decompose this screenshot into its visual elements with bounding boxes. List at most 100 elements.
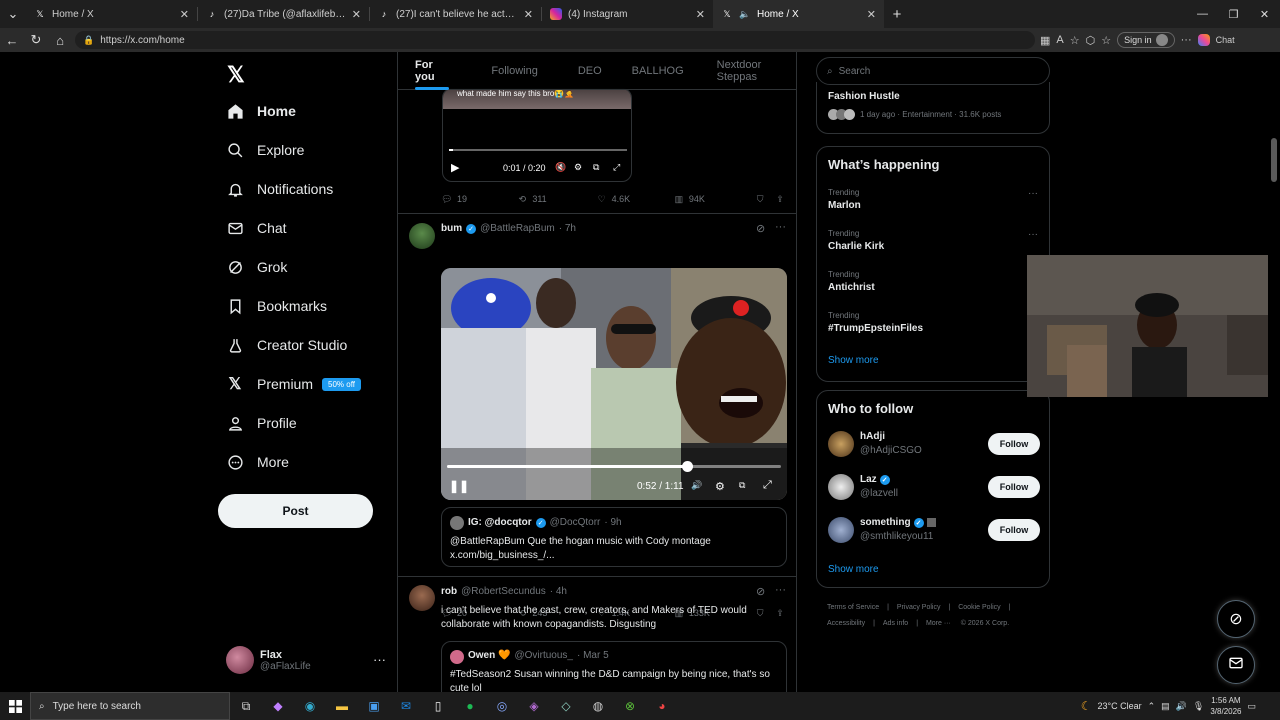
- nav-creator-studio[interactable]: Creator Studio: [226, 330, 347, 360]
- avatar[interactable]: [409, 585, 435, 611]
- copilot-icon[interactable]: [1197, 34, 1210, 46]
- task-view-icon[interactable]: ⧉: [230, 692, 262, 720]
- views-button[interactable]: ▥ 94K: [673, 193, 754, 205]
- spotify-icon[interactable]: ●: [454, 692, 486, 720]
- post-button[interactable]: Post: [218, 494, 373, 528]
- reply-button[interactable]: 💬︎ 19: [441, 193, 516, 205]
- fullscreen-icon[interactable]: ⤢: [763, 479, 772, 492]
- follow-suggestion[interactable]: Laz ✓ @lazvell Follow: [828, 471, 1040, 507]
- like-button[interactable]: ♡ 4.6K: [596, 193, 673, 205]
- settings-icon[interactable]: ⚙: [715, 480, 725, 493]
- follow-button[interactable]: Follow: [988, 433, 1040, 455]
- settings-icon[interactable]: ⚙: [574, 162, 582, 173]
- tab-deo[interactable]: DEO: [538, 52, 602, 90]
- account-switcher[interactable]: Flax @aFlaxLife ···: [226, 644, 386, 676]
- follow-suggestion[interactable]: hAdji @hAdjiCSGO Follow: [828, 428, 1040, 464]
- post-time[interactable]: · 7h: [559, 223, 576, 234]
- quoted-post[interactable]: IG: @docqtor ✓ @DocQtorr · 9h @BattleRap…: [441, 507, 787, 567]
- tab-ballhog[interactable]: BALLHOG: [602, 52, 684, 90]
- scrollbar-thumb[interactable]: [1271, 138, 1277, 182]
- edge-browser-icon[interactable]: ◉: [294, 692, 326, 720]
- refresh-icon[interactable]: ↻: [24, 28, 48, 52]
- nav-profile[interactable]: Profile: [226, 408, 297, 438]
- close-tab-icon[interactable]: ✕: [867, 8, 876, 21]
- messages-fab-button[interactable]: [1217, 646, 1255, 684]
- nav-home[interactable]: Home: [226, 96, 296, 126]
- avatar[interactable]: [409, 223, 435, 249]
- nav-premium[interactable]: 𝕏 Premium 50% off: [226, 369, 361, 399]
- back-icon[interactable]: ←: [0, 28, 24, 52]
- sign-in-button[interactable]: Sign in: [1117, 32, 1175, 48]
- mute-icon[interactable]: 🔇: [555, 162, 566, 173]
- pip-icon[interactable]: ⧉: [593, 162, 599, 173]
- tab-actions-icon[interactable]: ⌄: [0, 2, 26, 26]
- more-icon[interactable]: ···: [775, 221, 786, 233]
- notepad-icon[interactable]: ▯: [422, 692, 454, 720]
- footer-link[interactable]: More ···: [926, 620, 951, 627]
- app-icon[interactable]: ◈: [518, 692, 550, 720]
- app-icon[interactable]: ◇: [550, 692, 582, 720]
- copilot-icon[interactable]: ◆: [262, 692, 294, 720]
- footer-link[interactable]: Accessibility: [827, 620, 865, 627]
- tab-following[interactable]: Following: [451, 52, 537, 90]
- repost-button[interactable]: ⟲ 311: [516, 193, 595, 205]
- favorites-icon[interactable]: ☆: [1101, 34, 1111, 47]
- new-tab-icon[interactable]: +: [884, 2, 910, 26]
- footer-link[interactable]: Ads info: [883, 620, 908, 627]
- more-icon[interactable]: ···: [1028, 229, 1038, 240]
- video-player[interactable]: ❚❚ 0:52 / 1:11 🔊 ⚙ ⧉ ⤢: [441, 268, 787, 500]
- author-handle[interactable]: @BattleRapBum: [480, 223, 555, 234]
- post-time[interactable]: · 4h: [550, 586, 567, 597]
- close-tab-icon[interactable]: ✕: [696, 8, 705, 21]
- author-handle[interactable]: @RobertSecundus: [461, 586, 546, 597]
- show-more-link[interactable]: Show more: [828, 564, 879, 575]
- nav-bookmarks[interactable]: Bookmarks: [226, 291, 327, 321]
- close-tab-icon[interactable]: ✕: [180, 8, 189, 21]
- close-window-icon[interactable]: ✕: [1249, 0, 1280, 28]
- nav-explore[interactable]: Explore: [226, 135, 304, 165]
- trend-item[interactable]: Trending Marlon ···: [828, 188, 1040, 211]
- follow-suggestion[interactable]: something ✓ @smthlikeyou11 Follow: [828, 514, 1040, 550]
- video-progress-bar[interactable]: [447, 461, 781, 472]
- pip-icon[interactable]: ⧉: [739, 480, 745, 491]
- footer-link[interactable]: Cookie Policy: [958, 604, 1000, 611]
- tab-nextdoor-steppas[interactable]: Nextdoor Steppas: [684, 52, 796, 90]
- nav-more[interactable]: More: [226, 447, 289, 477]
- browser-tab-5[interactable]: 𝕏 🔈 Home / X ✕: [713, 0, 884, 28]
- copilot-chat-label[interactable]: Chat: [1216, 35, 1235, 45]
- more-icon[interactable]: ···: [1028, 188, 1038, 199]
- trend-card[interactable]: Fashion Hustle 1 day ago · Entertainment…: [816, 82, 1050, 134]
- windows-start-icon[interactable]: [0, 692, 30, 720]
- share-button[interactable]: ⇪: [774, 193, 786, 205]
- taskbar-search-input[interactable]: ⌕ Type here to search: [30, 692, 230, 720]
- trend-item[interactable]: Trending #TrumpEpsteinFiles: [828, 311, 1040, 334]
- footer-link[interactable]: Terms of Service: [827, 604, 879, 611]
- restore-icon[interactable]: ❐: [1218, 0, 1249, 28]
- address-bar[interactable]: 🔒 https://x.com/home: [75, 31, 1035, 49]
- pause-icon[interactable]: ❚❚: [449, 479, 469, 493]
- follow-button[interactable]: Follow: [988, 476, 1040, 498]
- browser-tab-1[interactable]: 𝕏 Home / X ✕: [26, 0, 197, 28]
- search-input[interactable]: ⌕ Search: [816, 57, 1050, 85]
- bookmark-button[interactable]: ⛉: [754, 193, 774, 205]
- x-logo-icon[interactable]: 𝕏: [227, 62, 245, 88]
- extensions-icon[interactable]: ▦: [1040, 34, 1050, 47]
- read-aloud-icon[interactable]: A: [1056, 34, 1063, 46]
- favorite-star-icon[interactable]: ☆: [1070, 34, 1080, 47]
- post-2[interactable]: bum ✓ @BattleRapBum · 7h ⊘ ··· ❚❚ 0:52 /…: [398, 214, 796, 577]
- nav-notifications[interactable]: Notifications: [226, 174, 333, 204]
- app-icon[interactable]: ◍: [582, 692, 614, 720]
- more-icon[interactable]: ···: [775, 584, 786, 596]
- weather-text[interactable]: 23°C Clear: [1098, 701, 1142, 711]
- trend-item[interactable]: Trending Charlie Kirk ···: [828, 229, 1040, 252]
- footer-link[interactable]: Privacy Policy: [897, 604, 941, 611]
- outlook-icon[interactable]: ✉: [390, 692, 422, 720]
- chrome-icon[interactable]: ◕: [646, 692, 678, 720]
- play-icon[interactable]: ▶: [451, 161, 459, 174]
- trend-item[interactable]: Trending Antichrist: [828, 270, 1040, 293]
- extension-puzzle-icon[interactable]: ⬡: [1086, 34, 1096, 47]
- tab-for-you[interactable]: For you: [398, 52, 451, 90]
- close-tab-icon[interactable]: ✕: [352, 8, 361, 21]
- browser-tab-2[interactable]: ♪ (27)Da Tribe (@aflaxlifeburner)'s v ✕: [198, 0, 369, 28]
- grok-icon[interactable]: ⊘: [756, 585, 765, 598]
